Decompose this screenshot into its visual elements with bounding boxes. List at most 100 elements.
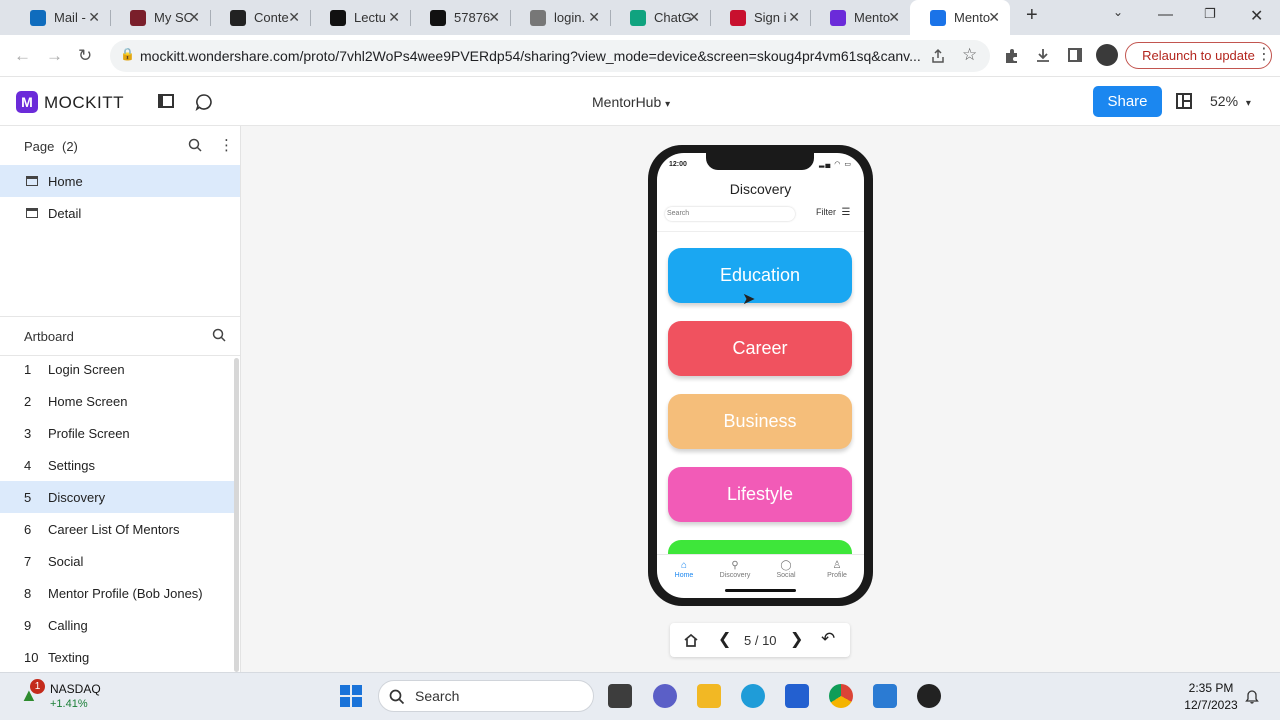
search-input[interactable]: Search: [665, 207, 795, 221]
browser-tab[interactable]: ChatG ✕: [610, 0, 710, 35]
comment-icon[interactable]: [195, 93, 213, 111]
artboard-label: Profile Screen: [48, 425, 130, 441]
tab-bar-divider: [657, 554, 864, 555]
category-button[interactable]: [668, 540, 852, 554]
notifications-bell-icon[interactable]: [1244, 688, 1260, 704]
artboard-item[interactable]: 5 Discovery: [0, 481, 234, 513]
sidebar-scrollbar[interactable]: [234, 358, 239, 672]
page-item[interactable]: Home: [0, 165, 240, 197]
extensions-icon[interactable]: [1003, 48, 1019, 64]
close-tab-icon[interactable]: ✕: [688, 9, 700, 25]
profile-avatar[interactable]: [1096, 44, 1118, 66]
close-window-button[interactable]: ✕: [1250, 6, 1263, 26]
layout-icon[interactable]: [1176, 93, 1192, 109]
close-tab-icon[interactable]: ✕: [388, 9, 400, 25]
side-panel-icon[interactable]: [1068, 48, 1082, 62]
browser-tab[interactable]: Mail - ✕: [10, 0, 110, 35]
close-tab-icon[interactable]: ✕: [788, 9, 800, 25]
close-tab-icon[interactable]: ✕: [488, 9, 500, 25]
browser-tab[interactable]: login. ✕: [510, 0, 610, 35]
project-name-dropdown[interactable]: MentorHub ▾: [592, 94, 670, 110]
browser-tab[interactable]: 57876 ✕: [410, 0, 510, 35]
category-button[interactable]: Career: [668, 321, 852, 376]
download-icon[interactable]: [1035, 47, 1051, 63]
page-header-label: Page: [24, 139, 55, 154]
browser-tab[interactable]: Mento ✕: [810, 0, 910, 35]
category-button[interactable]: Lifestyle: [668, 467, 852, 522]
artboard-item[interactable]: 7 Social: [0, 545, 234, 577]
file-explorer-icon[interactable]: [697, 684, 721, 708]
clock-time[interactable]: 2:35 PM: [1182, 681, 1240, 695]
forward-icon[interactable]: →: [46, 46, 63, 66]
browser-tab[interactable]: Lectu ✕: [310, 0, 410, 35]
close-tab-icon[interactable]: ✕: [188, 9, 200, 25]
vscode-icon[interactable]: [873, 684, 897, 708]
bookmark-star-icon[interactable]: ☆: [962, 45, 977, 65]
close-tab-icon[interactable]: ✕: [888, 9, 900, 25]
browser-tab[interactable]: Mento ✕: [910, 0, 1010, 35]
close-tab-icon[interactable]: ✕: [288, 9, 300, 25]
share-page-icon[interactable]: [930, 48, 946, 64]
phone-tab-social[interactable]: ◯ Social: [764, 560, 808, 579]
task-view-icon[interactable]: [608, 684, 632, 708]
tab-title: ChatG: [654, 10, 692, 25]
screen-pager: ❮ 5 / 10 ❯ ↶: [670, 623, 850, 657]
chatgpt-icon: [630, 9, 646, 26]
restore-button[interactable]: ❐: [1204, 6, 1216, 22]
filter-button[interactable]: Filter ☰: [816, 207, 850, 218]
url-bar[interactable]: 🔒 mockitt.wondershare.com/proto/7vhl2WoP…: [110, 40, 990, 72]
browser-tab[interactable]: Conte ✕: [210, 0, 310, 35]
share-button[interactable]: Share: [1093, 86, 1162, 117]
page-item[interactable]: Detail: [0, 197, 240, 229]
chrome-icon[interactable]: [829, 684, 853, 708]
home-icon[interactable]: [683, 632, 699, 648]
artboard-item[interactable]: 10 Texting: [0, 641, 234, 673]
category-label: Education: [719, 265, 801, 285]
next-screen-icon[interactable]: ❯: [790, 629, 803, 649]
minimize-button[interactable]: —: [1158, 6, 1173, 23]
chart-icon: [230, 9, 246, 26]
search-icon[interactable]: [212, 328, 227, 343]
category-button[interactable]: Business: [668, 394, 852, 449]
search-icon[interactable]: [188, 138, 203, 153]
previous-screen-icon[interactable]: ❮: [718, 629, 731, 649]
relaunch-button[interactable]: Relaunch to update: [1125, 42, 1272, 69]
search-placeholder: Search: [667, 210, 690, 217]
artboard-item[interactable]: 9 Calling: [0, 609, 234, 641]
taskbar-search[interactable]: Search: [378, 680, 594, 712]
back-icon[interactable]: ←: [14, 46, 31, 66]
browser-tab[interactable]: Sign i ✕: [710, 0, 810, 35]
reload-icon[interactable]: ↻: [78, 46, 92, 66]
phone-tab-profile[interactable]: ♙ Profile: [815, 560, 859, 579]
microsoft-store-icon[interactable]: [785, 684, 809, 708]
tab-search-chevron-icon[interactable]: ⌄: [1113, 5, 1123, 19]
artboard-number: 3: [24, 425, 32, 441]
browser-tab[interactable]: My SC ✕: [110, 0, 210, 35]
stock-name[interactable]: NASDAQ: [50, 682, 101, 696]
teams-chat-icon[interactable]: [653, 684, 677, 708]
undo-icon[interactable]: ↶: [821, 629, 835, 649]
artboard-number: 1: [24, 361, 32, 377]
artboard-item[interactable]: 1 Login Screen: [0, 353, 234, 385]
project-name: MentorHub: [592, 94, 662, 110]
artboard-item[interactable]: 4 Settings: [0, 449, 234, 481]
artboard-item[interactable]: 6 Career List Of Mentors: [0, 513, 234, 545]
toggle-sidebar-icon[interactable]: [158, 94, 174, 108]
category-button[interactable]: Education: [668, 248, 852, 303]
artboard-item[interactable]: 3 Profile Screen: [0, 417, 234, 449]
edge-browser-icon[interactable]: [741, 684, 765, 708]
close-tab-icon[interactable]: ✕: [588, 9, 600, 25]
obs-studio-icon[interactable]: [917, 684, 941, 708]
phone-tab-discovery[interactable]: ⚲ Discovery: [713, 560, 757, 579]
search-icon: [389, 689, 405, 705]
close-tab-icon[interactable]: ✕: [88, 9, 100, 25]
phone-tab-home[interactable]: ⌂ Home: [662, 560, 706, 579]
new-tab-button[interactable]: +: [1026, 4, 1038, 27]
windows-start-icon[interactable]: [340, 685, 362, 707]
close-tab-icon[interactable]: ✕: [988, 9, 1000, 25]
artboard-item[interactable]: 2 Home Screen: [0, 385, 234, 417]
artboard-item[interactable]: 8 Mentor Profile (Bob Jones): [0, 577, 234, 609]
more-options-icon[interactable]: ⋮: [219, 136, 234, 154]
clock-date[interactable]: 12/7/2023: [1178, 698, 1244, 712]
zoom-dropdown[interactable]: 52% ▾: [1210, 93, 1251, 109]
